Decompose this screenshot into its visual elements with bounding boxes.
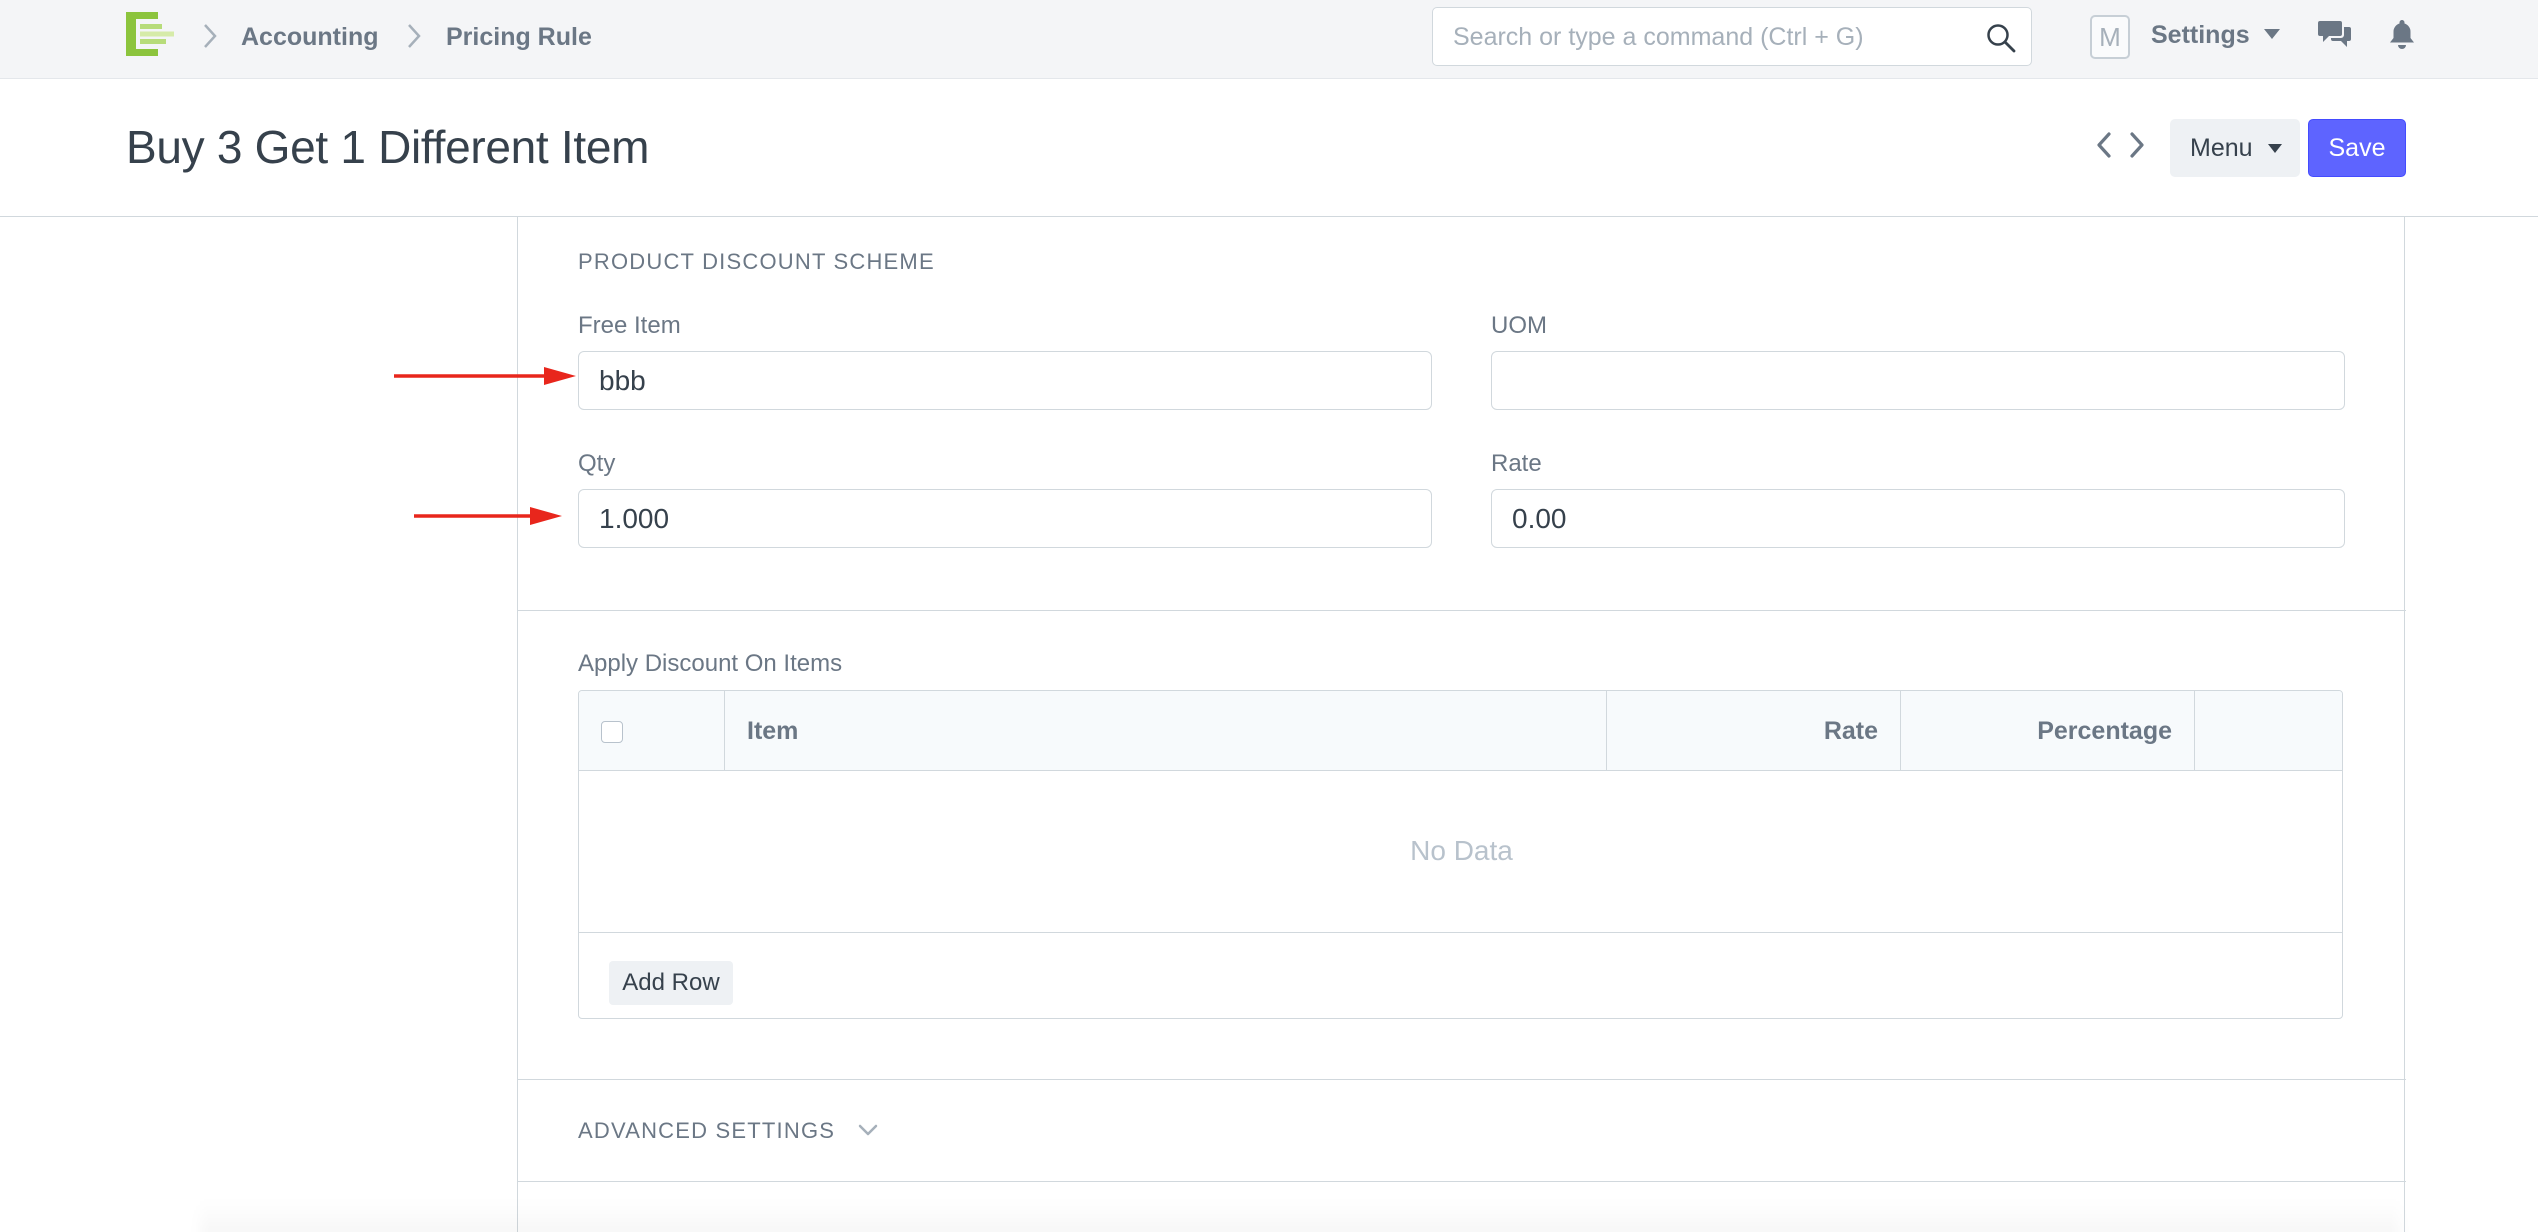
empty-state-text: No Data	[1410, 835, 1513, 866]
qty-label: Qty	[578, 450, 616, 477]
caret-down-icon[interactable]	[2264, 29, 2280, 39]
search-icon[interactable]	[1985, 22, 2017, 54]
chevron-down-icon[interactable]	[857, 1123, 879, 1137]
app-logo-icon[interactable]	[126, 12, 174, 56]
section-title-advanced-settings[interactable]: ADVANCED SETTINGS	[578, 1118, 835, 1144]
apply-discount-table: Item Rate Percentage No Data Add Row	[578, 690, 2343, 1019]
qty-field[interactable]	[578, 489, 1432, 548]
menu-button[interactable]: Menu	[2170, 119, 2300, 177]
section-title-product-discount: PRODUCT DISCOUNT SCHEME	[578, 249, 935, 274]
section-divider	[518, 1079, 2406, 1080]
add-row-button[interactable]: Add Row	[609, 961, 733, 1005]
section-divider	[518, 610, 2406, 611]
column-header-item: Item	[747, 717, 799, 745]
uom-label: UOM	[1491, 312, 1547, 339]
table-body: No Data	[579, 771, 2342, 933]
rate-field[interactable]	[1491, 489, 2345, 548]
table-header: Item Rate Percentage	[579, 691, 2342, 771]
table-header-rate: Rate	[1607, 691, 1901, 771]
chevron-right-icon	[204, 24, 217, 48]
annotation-arrow-icon	[394, 367, 576, 385]
apply-discount-label: Apply Discount On Items	[578, 650, 843, 677]
page-head: Buy 3 Get 1 Different Item Menu Save	[0, 79, 2538, 217]
column-header-rate: Rate	[1823, 717, 1878, 745]
page-title: Buy 3 Get 1 Different Item	[126, 121, 650, 173]
chevron-right-icon[interactable]	[2127, 130, 2147, 160]
chat-icon[interactable]	[2318, 18, 2352, 50]
breadcrumb-accounting[interactable]: Accounting	[241, 22, 379, 52]
page-shadow	[200, 1200, 2400, 1232]
select-all-checkbox[interactable]	[601, 721, 623, 743]
free-item-label: Free Item	[578, 312, 681, 339]
settings-dropdown[interactable]: Settings	[2151, 20, 2250, 50]
free-item-field[interactable]	[578, 351, 1432, 410]
table-header-actions	[2195, 691, 2342, 771]
caret-down-icon	[2268, 144, 2282, 153]
column-header-percentage: Percentage	[2037, 717, 2172, 745]
form-body: PRODUCT DISCOUNT SCHEME Free Item UOM Qt…	[517, 217, 2406, 1232]
table-header-select	[579, 691, 725, 771]
rate-label: Rate	[1491, 450, 1542, 477]
avatar[interactable]: M	[2090, 15, 2130, 59]
save-button[interactable]: Save	[2308, 119, 2406, 177]
bell-icon[interactable]	[2388, 18, 2416, 50]
chevron-right-icon	[408, 24, 421, 48]
uom-field[interactable]	[1491, 351, 2345, 410]
chevron-left-icon[interactable]	[2094, 130, 2114, 160]
search-bar[interactable]	[1432, 7, 2032, 66]
annotation-arrow-icon	[414, 507, 562, 525]
breadcrumb-pricing-rule[interactable]: Pricing Rule	[446, 22, 592, 52]
table-header-item: Item	[725, 691, 1607, 771]
section-divider	[518, 1181, 2406, 1182]
menu-button-label: Menu	[2190, 133, 2253, 162]
table-header-percentage: Percentage	[1901, 691, 2195, 771]
search-input[interactable]	[1453, 20, 1973, 54]
navbar: Accounting Pricing Rule M Settings	[0, 0, 2538, 79]
